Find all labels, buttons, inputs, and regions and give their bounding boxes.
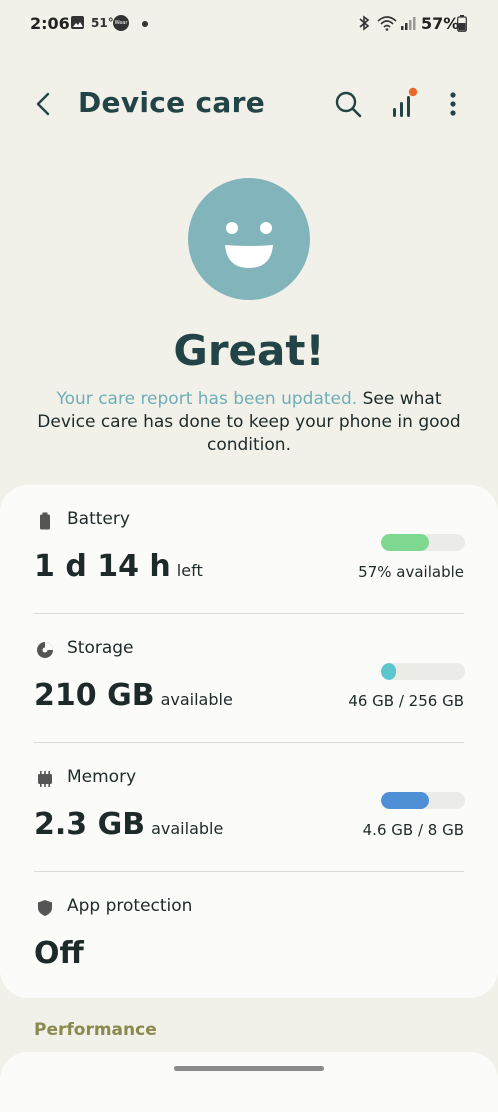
memory-progress-bar [381,792,465,809]
wear-icon: Wear [113,15,129,31]
storage-section[interactable]: Storage 210 GB available 46 GB / 256 GB [0,614,498,742]
status-time: 2:06 [30,14,70,33]
battery-value: 1 d 14 h left [34,549,203,584]
memory-value: 2.3 GB available [34,807,224,842]
app-protection-value: Off [34,936,84,971]
notification-dot-icon [142,21,148,27]
memory-detail: 4.6 GB / 8 GB [362,821,464,839]
back-arrow-icon[interactable] [28,88,60,120]
care-report-text: Your care report has been updated. See w… [36,388,462,457]
battery-status-icon [457,15,467,32]
battery-detail: 57% available [358,563,464,581]
performance-card[interactable] [0,1052,498,1112]
home-indicator[interactable] [174,1066,324,1071]
status-card: Battery 1 d 14 h left 57% available Stora… [0,485,498,998]
status-temperature: 51° [91,16,114,30]
wifi-icon [377,16,397,31]
search-icon[interactable] [332,88,364,120]
app-bar: Device care [0,72,498,136]
storage-value: 210 GB available [34,678,233,713]
battery-icon [40,512,50,530]
storage-detail: 46 GB / 256 GB [348,692,464,710]
bluetooth-icon [359,15,370,31]
app-protection-label: App protection [67,896,193,916]
cellular-signal-icon [401,17,416,30]
care-report-link[interactable]: Your care report has been updated. [57,389,358,409]
more-vertical-icon[interactable] [440,88,466,120]
storage-label: Storage [67,638,134,658]
status-bar: 2:06 51° Wear 57% [0,0,498,48]
memory-section[interactable]: Memory 2.3 GB available 4.6 GB / 8 GB [0,743,498,871]
memory-chip-icon [38,771,52,787]
gallery-icon [71,16,84,29]
app-protection-section[interactable]: App protection Off [0,872,498,1000]
shield-icon [38,900,52,916]
battery-label: Battery [67,509,130,529]
battery-section[interactable]: Battery 1 d 14 h left 57% available [0,485,498,613]
performance-section-header: Performance [34,1020,157,1040]
page-title: Device care [78,86,266,119]
storage-progress-bar [381,663,465,680]
signal-bars-icon[interactable] [388,86,420,120]
memory-label: Memory [67,767,137,787]
battery-progress-bar [381,534,465,551]
status-battery-percent: 57% [421,14,460,33]
headline: Great! [173,326,325,375]
storage-pie-icon [37,642,53,658]
smiley-face-icon [188,178,310,300]
